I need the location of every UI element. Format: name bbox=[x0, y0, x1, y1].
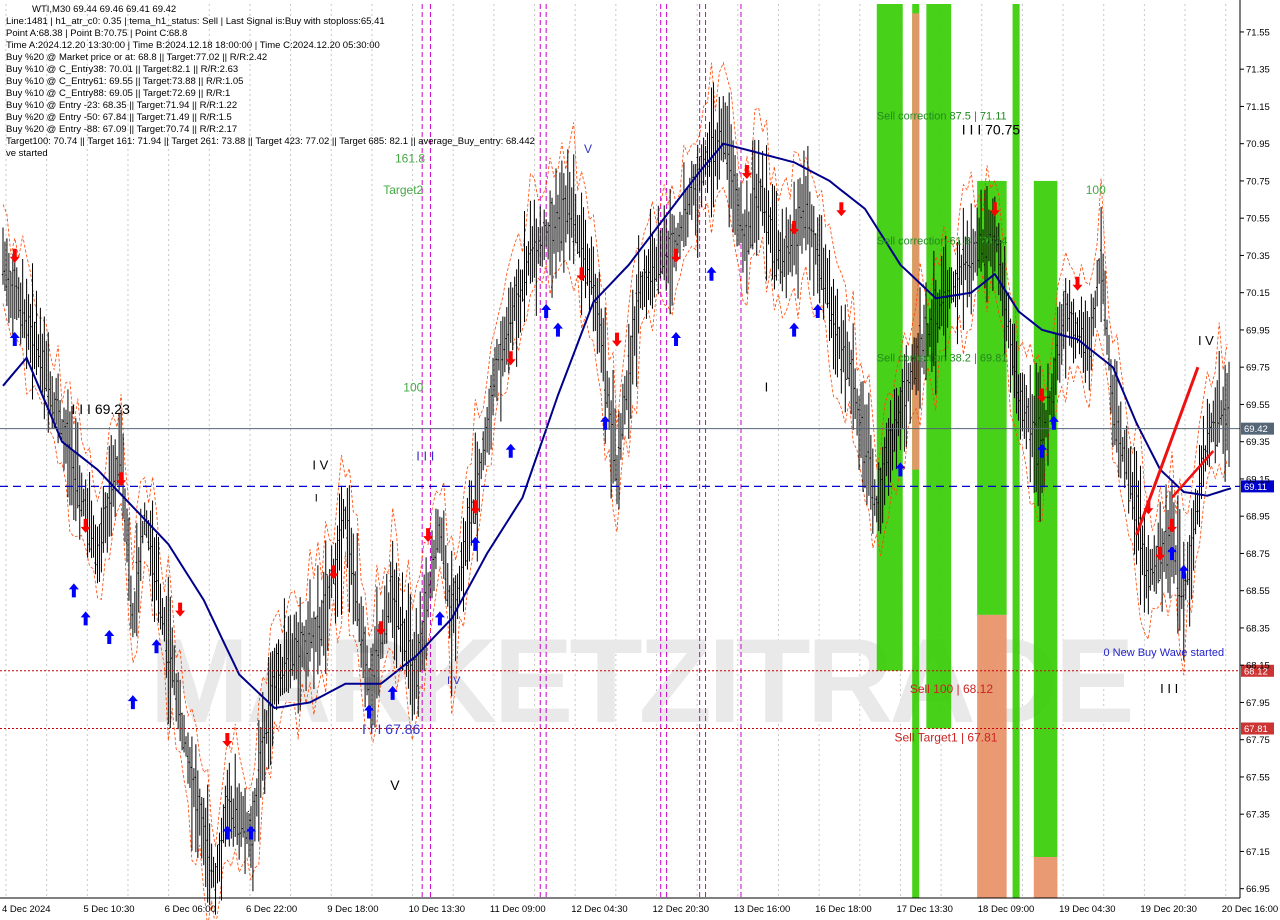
annotation-label: V bbox=[390, 777, 400, 793]
current-price-label: 69.42 bbox=[1244, 424, 1268, 435]
annotation-label: I I I bbox=[1160, 681, 1178, 696]
info-line: ve started bbox=[6, 148, 48, 159]
y-tick-label: 66.95 bbox=[1246, 884, 1270, 895]
info-line: Buy %20 @ Entry -50: 67.84 || Target:71.… bbox=[6, 112, 232, 123]
y-tick-label: 69.15 bbox=[1246, 474, 1270, 485]
x-tick-label: 10 Dec 13:30 bbox=[409, 904, 466, 915]
x-tick-label: 13 Dec 16:00 bbox=[734, 904, 791, 915]
annotation-label: Sell correction 38.2 | 69.81 bbox=[877, 353, 1008, 365]
annotation-label: I V bbox=[312, 458, 328, 473]
y-tick-label: 68.55 bbox=[1246, 586, 1270, 597]
info-line: Buy %10 @ C_Entry61: 69.55 || Target:73.… bbox=[6, 76, 244, 87]
x-tick-label: 17 Dec 13:30 bbox=[896, 904, 953, 915]
annotation-label: I I I 67.86 bbox=[362, 721, 421, 737]
annotation-label: I I I 70.75 bbox=[962, 121, 1021, 137]
y-tick-label: 69.55 bbox=[1246, 400, 1270, 411]
y-tick-label: 67.55 bbox=[1246, 772, 1270, 783]
y-tick-label: 69.75 bbox=[1246, 363, 1270, 374]
x-tick-label: 16 Dec 18:00 bbox=[815, 904, 872, 915]
y-tick-label: 71.35 bbox=[1246, 65, 1270, 76]
orange-zone bbox=[1033, 857, 1058, 898]
info-line: Time A:2024.12.20 13:30:00 | Time B:2024… bbox=[6, 40, 380, 51]
info-line: Target100: 70.74 || Target 161: 71.94 ||… bbox=[6, 136, 535, 147]
x-tick-label: 6 Dec 06:00 bbox=[165, 904, 216, 915]
annotation-label: I I I bbox=[416, 448, 434, 463]
annotation-label: Target2 bbox=[383, 183, 423, 197]
info-line: Point A:68.38 | Point B:70.75 | Point C:… bbox=[6, 28, 188, 39]
info-panel: WTI,M30 69.44 69.46 69.41 69.42 Line:148… bbox=[6, 4, 535, 160]
red-level-label: 67.81 bbox=[1244, 724, 1268, 735]
y-tick-label: 70.75 bbox=[1246, 176, 1270, 187]
x-tick-label: 11 Dec 09:00 bbox=[490, 904, 546, 915]
annotation-label: Sell 100 | 68.12 bbox=[910, 682, 994, 696]
y-tick-label: 68.15 bbox=[1246, 661, 1270, 672]
info-line: Buy %20 @ Entry -88: 67.09 || Target:70.… bbox=[6, 124, 238, 135]
y-tick-label: 71.15 bbox=[1246, 102, 1270, 113]
info-line: Buy %10 @ Entry -23: 68.35 || Target:71.… bbox=[6, 100, 238, 111]
annotation-label: Sell Target1 | 67.81 bbox=[894, 731, 997, 745]
annotation-label: I V bbox=[447, 675, 461, 687]
y-tick-label: 68.35 bbox=[1246, 623, 1270, 634]
annotation-label: Sell correction 61.8 | 70.44 bbox=[877, 235, 1008, 247]
y-tick-label: 67.95 bbox=[1246, 698, 1270, 709]
y-tick-label: 70.15 bbox=[1246, 288, 1270, 299]
annotation-label: I V bbox=[1198, 333, 1214, 348]
y-tick-label: 69.95 bbox=[1246, 325, 1270, 336]
info-line: Line:1481 | h1_atr_c0: 0.35 | tema_h1_st… bbox=[6, 16, 385, 27]
x-tick-label: 12 Dec 20:30 bbox=[653, 904, 710, 915]
annotation-label: I bbox=[315, 492, 318, 504]
y-tick-label: 70.35 bbox=[1246, 251, 1270, 262]
annotation-label: V bbox=[584, 142, 592, 156]
x-tick-label: 18 Dec 09:00 bbox=[978, 904, 1035, 915]
x-tick-label: 4 Dec 2024 bbox=[2, 904, 51, 915]
symbol-header: WTI,M30 69.44 69.46 69.41 69.42 bbox=[32, 4, 177, 15]
y-tick-label: 70.55 bbox=[1246, 214, 1270, 225]
green-zone bbox=[1012, 4, 1020, 898]
info-line: Buy %20 @ Market price or at: 68.8 || Ta… bbox=[6, 52, 268, 63]
x-tick-label: 9 Dec 18:00 bbox=[327, 904, 378, 915]
x-tick-label: 19 Dec 04:30 bbox=[1059, 904, 1116, 915]
y-tick-label: 70.95 bbox=[1246, 139, 1270, 150]
green-zone bbox=[876, 4, 903, 671]
x-tick-label: 20 Dec 16:00 bbox=[1222, 904, 1279, 915]
x-tick-label: 19 Dec 20:30 bbox=[1140, 904, 1197, 915]
y-tick-label: 68.95 bbox=[1246, 512, 1270, 523]
y-tick-label: 68.75 bbox=[1246, 549, 1270, 560]
orange-zone bbox=[977, 614, 1007, 898]
annotation-label: 0 New Buy Wave started bbox=[1103, 647, 1224, 659]
annotation-label: Sell correction 87.5 | 71.11 bbox=[877, 110, 1007, 122]
y-tick-label: 67.75 bbox=[1246, 735, 1270, 746]
x-tick-label: 6 Dec 22:00 bbox=[246, 904, 297, 915]
y-tick-label: 69.35 bbox=[1246, 437, 1270, 448]
annotation-label: 100 bbox=[1086, 183, 1106, 197]
info-line: Buy %10 @ C_Entry88: 69.05 || Target:72.… bbox=[6, 88, 231, 99]
x-tick-label: 5 Dec 10:30 bbox=[83, 904, 134, 915]
annotation-label: I I I 69.23 bbox=[71, 401, 130, 417]
y-tick-label: 71.55 bbox=[1246, 27, 1270, 38]
green-zone bbox=[1033, 180, 1058, 858]
annotation-label: I bbox=[765, 379, 769, 394]
y-tick-label: 67.35 bbox=[1246, 810, 1270, 821]
y-tick-label: 67.15 bbox=[1246, 847, 1270, 858]
annotation-label: 100 bbox=[403, 380, 423, 394]
x-tick-label: 12 Dec 04:30 bbox=[571, 904, 628, 915]
info-line: Buy %10 @ C_Entry38: 70.01 || Target:82.… bbox=[6, 64, 239, 75]
